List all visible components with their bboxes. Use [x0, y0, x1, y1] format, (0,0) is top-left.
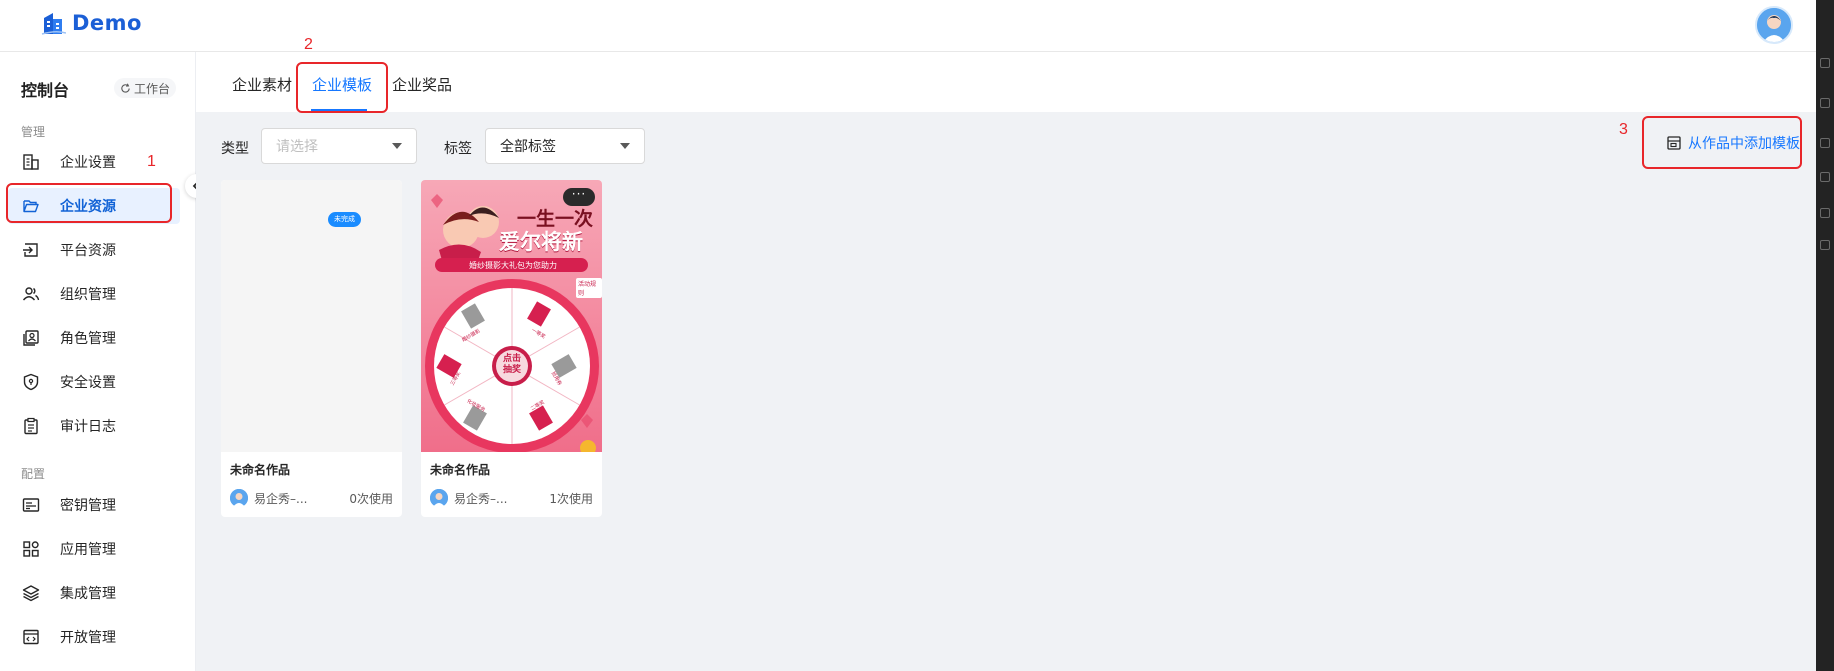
section-config: 配置	[21, 467, 46, 481]
annotation-number-1: 1	[147, 153, 156, 170]
logo-icon	[41, 13, 66, 35]
sidebar-item-integrations[interactable]: 集成管理	[8, 575, 180, 611]
author-avatar	[430, 489, 448, 507]
sidebar-title: 控制台	[21, 81, 70, 100]
shield-icon	[22, 373, 40, 391]
tab-bar: 企业素材 企业模板 企业奖品	[196, 52, 1816, 112]
template-card[interactable]: 未完成 未命名作品 易企秀–... 0次使用	[221, 180, 402, 517]
poster-subtitle: 婚纱摄影大礼包为您助力	[469, 261, 557, 270]
sidebar-item-label: 密钥管理	[60, 498, 116, 514]
edge-icon	[1820, 172, 1830, 182]
caret-down-icon	[620, 143, 630, 149]
type-select-placeholder: 请选择	[276, 139, 318, 155]
poster-center-button: 点击抽奖	[502, 354, 521, 375]
tag-select[interactable]: 全部标签	[485, 128, 645, 164]
sidebar-item-open-platform[interactable]: 开放管理	[8, 619, 180, 655]
usage-count: 0次使用	[349, 492, 393, 506]
template-card[interactable]: ··· 一生一次 爱尔将新 婚纱摄影大礼包为您助力 活动规则 点击抽奖 婚纱摄影…	[421, 180, 602, 517]
sidebar-item-label: 集成管理	[60, 586, 116, 602]
workbench-button[interactable]: 工作台	[114, 78, 177, 98]
main-content: 企业素材 企业模板 企业奖品 类型 请选择 标签 全部标签 从作品中添加模板 未…	[196, 52, 1816, 671]
type-filter-label: 类型	[221, 141, 249, 157]
clipboard-icon	[22, 417, 40, 435]
refresh-icon	[121, 82, 130, 93]
sidebar-item-label: 应用管理	[60, 542, 116, 558]
caret-down-icon	[392, 143, 402, 149]
author-name: 易企秀–...	[454, 492, 508, 506]
section-manage: 管理	[21, 125, 46, 139]
edge-icon	[1820, 138, 1830, 148]
app-grid-icon	[22, 540, 40, 558]
user-avatar[interactable]	[1755, 6, 1793, 44]
poster-corner-tag: 活动规则	[576, 278, 602, 298]
sidebar-item-security[interactable]: 安全设置	[8, 364, 180, 400]
sidebar-item-label: 角色管理	[60, 331, 116, 347]
author-name: 易企秀–...	[254, 492, 308, 506]
annotation-number-3: 3	[1619, 121, 1628, 138]
avatar-icon	[1757, 8, 1791, 42]
top-bar: Demo	[0, 0, 1816, 52]
sidebar-item-label: 企业设置	[60, 155, 116, 171]
tag-filter-label: 标签	[444, 141, 472, 157]
window-edge-strip	[1816, 0, 1834, 671]
import-icon	[22, 241, 40, 259]
contact-card-icon	[22, 329, 40, 347]
tab-enterprise-prizes[interactable]: 企业奖品	[392, 74, 452, 95]
sidebar-item-label: 开放管理	[60, 630, 116, 646]
usage-count: 1次使用	[549, 492, 593, 506]
building-icon	[22, 153, 40, 171]
sidebar-item-label: 组织管理	[60, 287, 116, 303]
annotation-number-2: 2	[304, 36, 313, 53]
template-thumbnail[interactable]: ··· 一生一次 爱尔将新 婚纱摄影大礼包为您助力 活动规则 点击抽奖 婚纱摄影…	[421, 180, 602, 452]
author-avatar	[230, 489, 248, 507]
sidebar-item-platform-resources[interactable]: 平台资源	[8, 232, 180, 268]
id-card-icon	[22, 496, 40, 514]
sidebar-item-audit-log[interactable]: 审计日志	[8, 408, 180, 444]
layers-icon	[22, 584, 40, 602]
annotation-box-2	[296, 62, 388, 113]
app-name: Demo	[72, 11, 142, 35]
sidebar-item-apps[interactable]: 应用管理	[8, 531, 180, 567]
app-logo[interactable]: Demo	[40, 10, 142, 36]
edge-icon	[1820, 98, 1830, 108]
tab-enterprise-materials[interactable]: 企业素材	[232, 74, 292, 95]
type-select[interactable]: 请选择	[261, 128, 417, 164]
edge-icon	[1820, 208, 1830, 218]
sidebar-item-roles[interactable]: 角色管理	[8, 320, 180, 356]
sidebar-item-organization[interactable]: 组织管理	[8, 276, 180, 312]
tag-select-value: 全部标签	[500, 139, 556, 155]
template-title: 未命名作品	[430, 463, 491, 477]
edge-icon	[1820, 58, 1830, 68]
edge-icon	[1820, 240, 1830, 250]
sidebar-item-label: 平台资源	[60, 243, 116, 259]
poster-headline-2: 爱尔将新	[499, 230, 583, 254]
code-window-icon	[22, 628, 40, 646]
template-title: 未命名作品	[230, 463, 291, 477]
sidebar-item-label: 安全设置	[60, 375, 116, 391]
annotation-box-3	[1642, 116, 1802, 169]
users-icon	[22, 285, 40, 303]
status-badge: 未完成	[328, 212, 361, 227]
sidebar-item-label: 审计日志	[60, 419, 116, 435]
sidebar: 控制台 工作台 管理 企业设置 企业资源 平台资源 组织管理 角色管理 安全设置…	[0, 52, 196, 671]
workbench-label: 工作台	[134, 81, 171, 96]
annotation-box-1	[6, 183, 172, 223]
template-thumbnail[interactable]: 未完成	[221, 180, 402, 452]
sidebar-item-keys[interactable]: 密钥管理	[8, 487, 180, 523]
